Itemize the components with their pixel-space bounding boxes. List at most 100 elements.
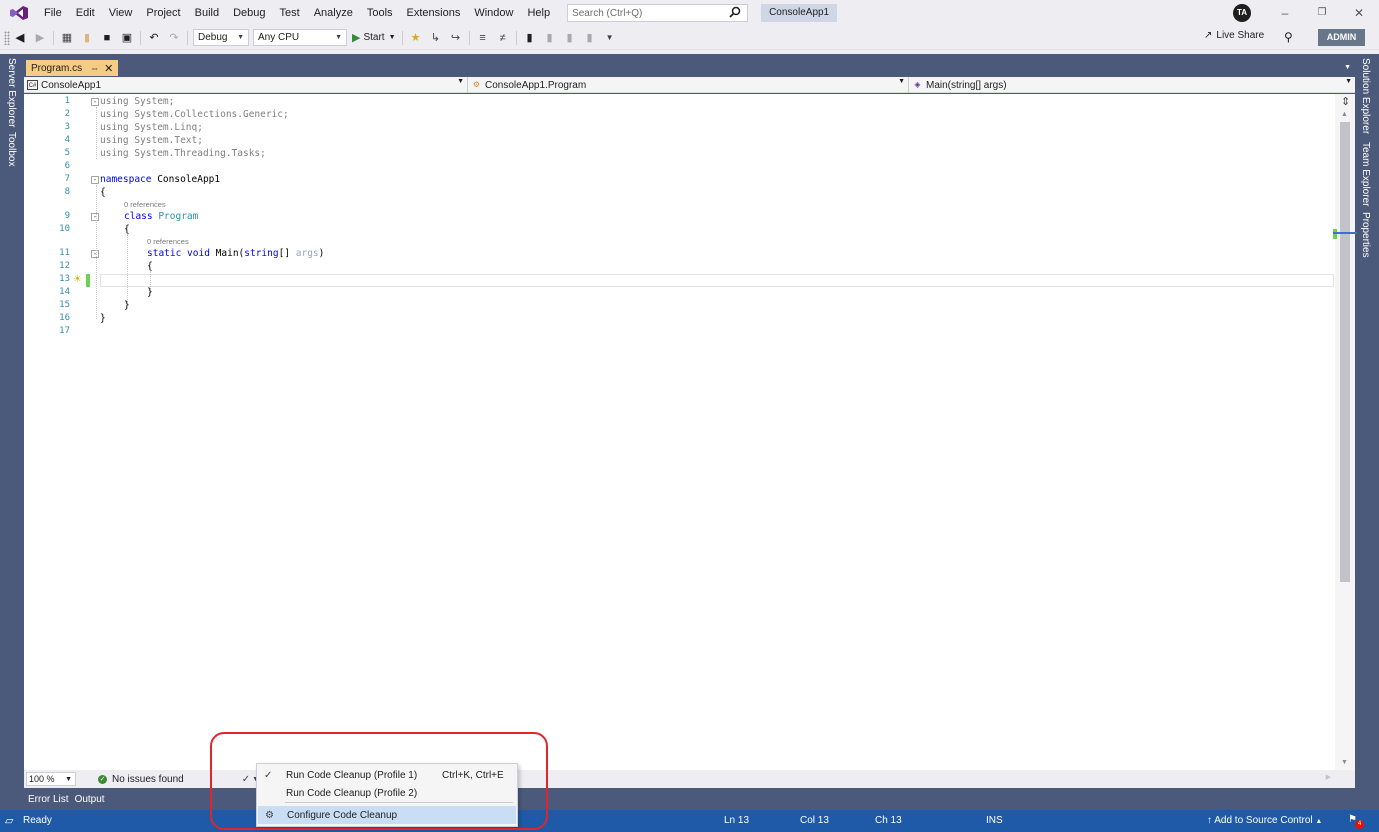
menu-window[interactable]: Window xyxy=(467,2,520,24)
live-share-button[interactable]: ↗ Live Share xyxy=(1204,30,1264,41)
save-all-icon[interactable]: ▣ xyxy=(119,29,135,47)
menu-debug[interactable]: Debug xyxy=(226,2,272,24)
redo-icon[interactable]: ↷ xyxy=(166,29,182,47)
member-dropdown[interactable]: ◈ Main(string[] args) ▼ xyxy=(909,77,1355,93)
navigate-forward-icon[interactable]: ▶ xyxy=(32,29,48,47)
menu-project[interactable]: Project xyxy=(139,2,187,24)
scroll-right-icon[interactable]: ▶ xyxy=(1326,773,1331,781)
standard-toolbar: ◀ ▶ ▦ ▮ ■ ▣ ↶ ↷ Debug ▼ Any CPU ▼ ▶ Star… xyxy=(0,26,1379,50)
close-tab-icon[interactable]: ✕ xyxy=(104,62,113,75)
code-line-8: { xyxy=(100,187,106,198)
toolbar-separator xyxy=(468,30,470,45)
tab-program-cs[interactable]: Program.cs ⇔ ✕ xyxy=(26,60,119,76)
add-to-source-control-button[interactable]: ↑ Add to Source Control ▲ xyxy=(1207,815,1322,826)
code-line-16: } xyxy=(100,313,106,324)
scroll-down-icon[interactable]: ▼ xyxy=(1341,759,1348,766)
chevron-down-icon: ▼ xyxy=(457,78,464,85)
outline-guide xyxy=(96,107,97,159)
comment-lines-icon[interactable]: ≡ xyxy=(475,29,491,47)
menu-file[interactable]: File xyxy=(37,2,69,24)
scroll-up-icon[interactable]: ▲ xyxy=(1341,111,1348,118)
lightbulb-icon[interactable]: ☀ xyxy=(73,274,82,285)
status-ready: Ready xyxy=(23,815,52,826)
toolbox-tab[interactable]: Toolbox xyxy=(6,132,17,166)
search-placeholder: Search (Ctrl+Q) xyxy=(572,7,643,19)
clear-bookmarks-icon[interactable]: ▮ xyxy=(582,29,598,47)
menu-build[interactable]: Build xyxy=(188,2,226,24)
tab-output[interactable]: Output xyxy=(71,794,109,805)
menu-view[interactable]: View xyxy=(102,2,140,24)
save-icon[interactable]: ■ xyxy=(99,29,115,47)
collapse-icon[interactable]: - xyxy=(91,213,99,221)
step-over-icon[interactable]: ↪ xyxy=(448,29,464,47)
split-window-icon[interactable]: ⇕ xyxy=(1341,95,1350,108)
line-number: 3 xyxy=(64,122,70,132)
search-input[interactable]: Search (Ctrl+Q) xyxy=(567,4,749,22)
new-project-icon[interactable]: ▦ xyxy=(59,29,75,47)
line-number: 10 xyxy=(59,224,70,234)
uncomment-lines-icon[interactable]: ≠ xyxy=(495,29,511,47)
code-line-5: using System.Threading.Tasks; xyxy=(100,148,266,159)
open-file-icon[interactable]: ▮ xyxy=(79,29,95,47)
user-avatar[interactable]: TA xyxy=(1233,4,1251,22)
toolbar-grip-icon[interactable] xyxy=(4,30,10,45)
collapse-icon[interactable]: - xyxy=(91,176,99,184)
codelens-references[interactable]: 0 references xyxy=(124,200,166,209)
restore-icon[interactable]: ❐ xyxy=(1313,4,1331,22)
chevron-down-icon: ▼ xyxy=(898,78,905,85)
pin-icon[interactable]: ⇔ xyxy=(90,63,99,73)
code-line-3: using System.Linq; xyxy=(100,122,203,133)
menu-test[interactable]: Test xyxy=(273,2,307,24)
zoom-dropdown[interactable]: 100 % ▼ xyxy=(26,772,76,786)
menu-tools[interactable]: Tools xyxy=(360,2,400,24)
tab-label: Program.cs xyxy=(31,62,83,74)
close-icon[interactable]: ✕ xyxy=(1350,4,1368,22)
vertical-scrollbar[interactable]: ⇕ ▲ ▼ xyxy=(1333,94,1357,770)
code-line-10: { xyxy=(124,224,130,235)
toolbar-overflow-icon[interactable]: ▼ xyxy=(602,29,618,47)
solution-explorer-tab[interactable]: Solution Explorer xyxy=(1360,58,1371,134)
collapse-icon[interactable]: - xyxy=(91,98,99,106)
issues-label: No issues found xyxy=(112,773,184,785)
chevron-down-icon: ▼ xyxy=(65,775,72,783)
step-into-icon[interactable]: ↳ xyxy=(428,29,444,47)
chevron-down-icon: ▼ xyxy=(1345,78,1352,85)
menu-extensions[interactable]: Extensions xyxy=(400,2,468,24)
next-bookmark-icon[interactable]: ▮ xyxy=(562,29,578,47)
server-explorer-tab[interactable]: Server Explorer xyxy=(6,58,17,127)
collapse-icon[interactable]: - xyxy=(91,250,99,258)
previous-bookmark-icon[interactable]: ▮ xyxy=(542,29,558,47)
solution-configuration-dropdown[interactable]: Debug ▼ xyxy=(193,29,249,46)
start-debugging-button[interactable]: ▶ Start ▼ xyxy=(349,31,399,44)
line-number: 13 xyxy=(59,274,70,284)
properties-tab[interactable]: Properties xyxy=(1360,212,1371,258)
project-dropdown[interactable]: C# ConsoleApp1 ▼ xyxy=(24,77,468,93)
team-explorer-tab[interactable]: Team Explorer xyxy=(1360,142,1371,206)
menu-help[interactable]: Help xyxy=(520,2,557,24)
namespace-name: ConsoleApp1 xyxy=(151,174,221,185)
tab-overflow-icon[interactable]: ▼ xyxy=(1344,64,1351,71)
solution-platform-dropdown[interactable]: Any CPU ▼ xyxy=(253,29,347,46)
keyword-string: string xyxy=(244,248,279,259)
line-number-gutter: 1 2 3 4 5 6 7 8 9 10 11 12 13 14 15 16 1… xyxy=(24,94,98,770)
scrollbar-thumb[interactable] xyxy=(1340,122,1350,582)
hot-reload-icon[interactable]: ★ xyxy=(408,29,424,47)
line-number: 6 xyxy=(64,161,70,171)
code-editor[interactable]: 1 2 3 4 5 6 7 8 9 10 11 12 13 14 15 16 1… xyxy=(24,94,1357,770)
minimize-icon[interactable]: – xyxy=(1276,4,1294,22)
codelens-references[interactable]: 0 references xyxy=(147,237,189,246)
class-dropdown[interactable]: ⚙ ConsoleApp1.Program ▼ xyxy=(468,77,909,93)
feedback-icon[interactable]: ⚲ xyxy=(1284,30,1293,44)
menu-analyze[interactable]: Analyze xyxy=(307,2,360,24)
tab-error-list[interactable]: Error List xyxy=(24,794,73,805)
menu-edit[interactable]: Edit xyxy=(69,2,102,24)
csharp-project-icon: C# xyxy=(27,80,38,90)
class-icon: ⚙ xyxy=(472,80,481,89)
status-window-icon: ▱ xyxy=(5,815,14,827)
navigate-back-icon[interactable]: ◀ xyxy=(12,29,28,47)
undo-icon[interactable]: ↶ xyxy=(146,29,162,47)
source-control-label: Add to Source Control xyxy=(1214,815,1313,826)
bookmark-icon[interactable]: ▮ xyxy=(522,29,538,47)
issues-indicator[interactable]: ✓ No issues found xyxy=(98,774,184,785)
admin-badge[interactable]: ADMIN xyxy=(1318,29,1365,46)
